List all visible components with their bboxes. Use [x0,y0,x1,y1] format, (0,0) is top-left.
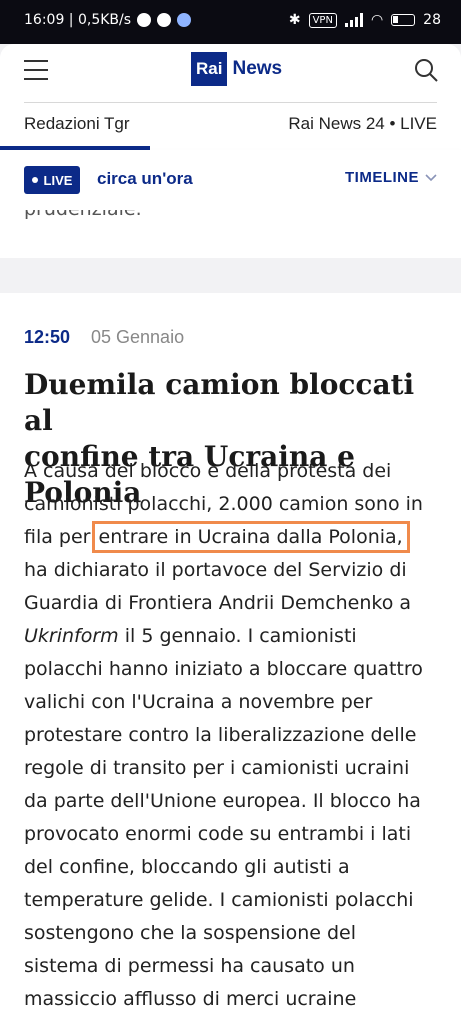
timeline-label: TIMELINE [345,169,419,186]
body-line: sistema di permessi ha causato un [24,955,355,977]
body-line: A causa del blocco e della protesta dei [24,460,392,482]
live-bar: LIVE circa un'ora TIMELINE [0,150,461,210]
search-icon[interactable] [413,57,439,83]
tab-redazioni-tgr[interactable]: Redazioni Tgr [24,114,130,134]
logo-rai: Rai [191,52,228,86]
article-body: A causa del blocco e della protesta dei … [24,455,444,1016]
chevron-down-icon [425,173,437,181]
live-dot-icon [31,177,38,183]
status-right: ✱ VPN ◠ 28 [289,12,441,28]
post-time: 12:50 [24,327,71,347]
body-text: fila per [24,526,97,548]
source-name: Ukrinform [24,625,119,647]
live-badge: LIVE [24,166,80,194]
header-divider [24,102,437,103]
body-line: sostengono che la sospensione del [24,922,356,944]
status-time: 16:09 | 0,5KB/s [24,12,132,28]
status-bar: 16:09 | 0,5KB/s ✱ VPN ◠ 28 [0,0,461,44]
body-text: il 5 gennaio. I camionisti [118,625,357,647]
menu-icon[interactable] [24,60,48,80]
status-left: 16:09 | 0,5KB/s [24,12,192,28]
notification-icon [137,13,152,27]
title-line: Duemila camion bloccati al [24,368,415,437]
body-line: Ukrinform il 5 gennaio. I camionisti [24,620,444,653]
vpn-icon: VPN [308,12,337,28]
battery-icon [391,14,416,26]
bluetooth-icon: ✱ [288,12,301,28]
live-badge-label: LIVE [43,172,73,188]
body-line: fila per entrare in Ucraina dalla Poloni… [24,521,444,554]
signal-icon [344,13,363,27]
article-card: 12:50 05 Gennaio Duemila camion bloccati… [0,293,461,1024]
battery-level: 28 [423,12,441,28]
highlighted-text: entrare in Ucraina dalla Polonia, [91,521,410,553]
body-line: ha dichiarato il portavoce del Servizio … [24,559,407,581]
previous-post-text: prudenziale. [24,210,142,220]
rainews-logo[interactable]: Rai News [191,52,282,86]
tab-rainews24-live[interactable]: Rai News 24 • LIVE [288,114,437,134]
body-line: camionisti polacchi, 2.000 camion sono i… [24,493,423,515]
body-line: Guardia di Frontiera Andrii Demchenko a [24,592,411,614]
wifi-icon: ◠ [370,12,384,28]
live-updated-time: circa un'ora [97,169,193,188]
body-line: da parte dell'Unione europea. Il blocco … [24,790,421,812]
body-line: temperature gelide. I camionisti polacch… [24,889,414,911]
notification-icon [177,13,192,27]
body-line: polacchi hanno iniziato a bloccare quatt… [24,658,423,680]
timeline-button[interactable]: TIMELINE [345,169,437,186]
body-line: del confine, bloccando gli autisti a [24,856,350,878]
post-date: 05 Gennaio [91,327,185,347]
body-line: massiccio afflusso di merci ucraine [24,988,357,1010]
previous-post: prudenziale. [0,210,461,258]
body-line: valichi con l'Ucraina a novembre per [24,691,373,713]
body-line: regole di transito per i camionisti ucra… [24,757,410,779]
body-line: protestare contro la liberalizzazione de… [24,724,417,746]
notification-icon [157,13,172,27]
logo-news: News [232,58,283,79]
body-line: provocato enormi code su entrambi i lati [24,823,412,845]
